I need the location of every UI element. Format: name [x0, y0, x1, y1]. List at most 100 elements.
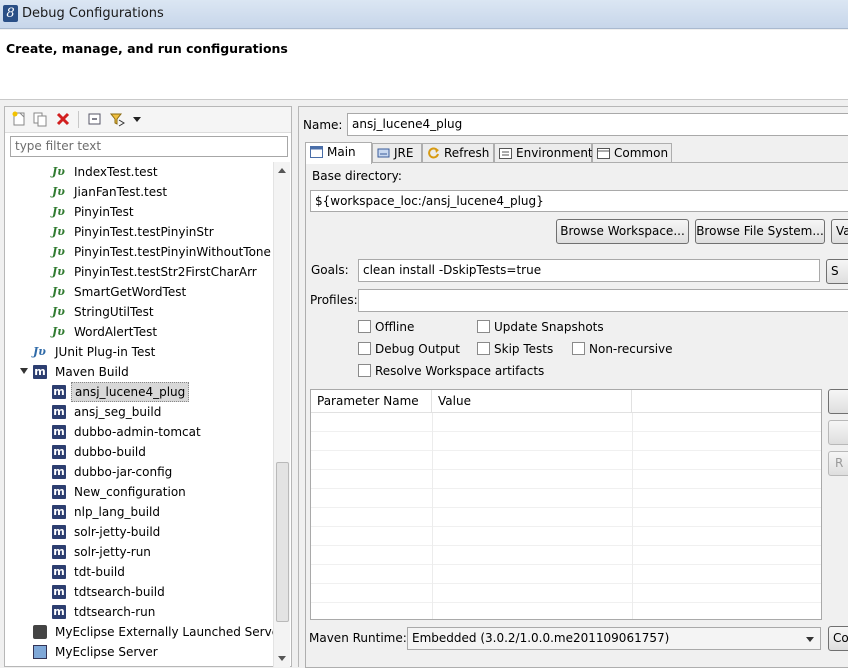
tree-item-label: dubbo-admin-tomcat [74, 425, 201, 439]
tab-environment[interactable]: Environment [494, 143, 593, 163]
name-label: Name: [303, 118, 343, 132]
maven-icon: m [52, 425, 66, 439]
resolve-workspace-checkbox[interactable]: Resolve Workspace artifacts [358, 364, 544, 378]
empty-header [632, 390, 821, 413]
debug-output-checkbox-box[interactable] [358, 342, 371, 355]
junit-icon: Jυ [52, 205, 65, 218]
junit-icon: Jυ [52, 245, 65, 258]
resolve-workspace-checkbox-box[interactable] [358, 364, 371, 377]
dialog-heading: Create, manage, and run configurations [6, 41, 288, 56]
maven-icon: m [52, 545, 66, 559]
jre-icon [377, 148, 390, 158]
tree-item-label: dubbo-build [74, 445, 146, 459]
configure-runtime-label: Co [833, 631, 848, 645]
tree-scrollbar[interactable] [273, 162, 290, 667]
tab-jre[interactable]: JRE [372, 143, 422, 163]
table-row [311, 566, 821, 584]
profiles-label: Profiles: [310, 293, 358, 307]
duplicate-icon[interactable] [32, 111, 48, 127]
delete-icon[interactable] [55, 111, 71, 127]
configure-runtime-button[interactable]: Co [828, 626, 848, 651]
filter-input[interactable]: type filter text [10, 136, 288, 157]
tree-item-label: SmartGetWordTest [74, 285, 187, 299]
tree-item-label: ansj_lucene4_plug [71, 382, 190, 402]
tree-item-label: JianFanTest.test [74, 185, 168, 199]
scroll-up-arrow-icon[interactable] [278, 168, 286, 173]
collapse-all-icon[interactable] [87, 111, 103, 127]
configuration-list-panel: type filter text Jυ IndexTest.test Jυ JianF… [4, 106, 292, 667]
scroll-down-arrow-icon[interactable] [278, 656, 286, 661]
junit-icon: Jυ [52, 185, 65, 198]
server-icon [33, 645, 47, 659]
edit-parameter-button[interactable] [828, 420, 848, 445]
maven-icon: m [52, 585, 66, 599]
update-snapshots-checkbox-box[interactable] [477, 320, 490, 333]
profiles-input[interactable] [358, 289, 848, 312]
add-parameter-button[interactable] [828, 389, 848, 414]
table-row [311, 452, 821, 470]
browse-file-system-button[interactable]: Browse File System... [695, 219, 825, 244]
offline-checkbox[interactable]: Offline [358, 320, 414, 334]
goals-input[interactable]: clean install -DskipTests=true [358, 259, 820, 282]
table-row [311, 471, 821, 489]
debug-output-checkbox[interactable]: Debug Output [358, 342, 460, 356]
table-row [311, 490, 821, 508]
scrollbar-thumb[interactable] [276, 462, 289, 622]
table-row [311, 433, 821, 451]
column-divider [632, 413, 633, 619]
main-tab-icon [310, 146, 323, 158]
tab-jre-label: JRE [394, 146, 414, 160]
tree-item-label: ansj_seg_build [74, 405, 162, 419]
skip-tests-checkbox[interactable]: Skip Tests [477, 342, 553, 356]
configuration-tree: Jυ IndexTest.test Jυ JianFanTest.test Jυ Piny… [5, 162, 273, 668]
maven-icon: m [52, 605, 66, 619]
tree-item-label: WordAlertTest [74, 325, 158, 339]
non-recursive-checkbox[interactable]: Non-recursive [572, 342, 673, 356]
non-recursive-checkbox-box[interactable] [572, 342, 585, 355]
external-server-icon [33, 625, 47, 639]
browse-file-system-label: Browse File System... [696, 224, 824, 238]
myeclipse-app-icon: 8 [3, 5, 18, 22]
maven-icon: m [52, 465, 66, 479]
goals-select-button[interactable]: S [826, 259, 848, 284]
variables-button[interactable]: Va [831, 219, 848, 244]
junit-icon: Jυ [52, 165, 65, 178]
tab-main[interactable]: Main [305, 142, 372, 164]
expand-arrow-icon[interactable] [20, 368, 28, 374]
tree-item-label: solr-jetty-run [74, 545, 151, 559]
name-input[interactable]: ansj_lucene4_plug [347, 113, 848, 136]
maven-runtime-value: Embedded (3.0.2/1.0.0.me201109061757) [412, 631, 670, 645]
remove-parameter-button[interactable]: R [828, 451, 848, 476]
tree-item-label: JUnit Plug-in Test [55, 345, 156, 359]
tree-item-label: nlp_lang_build [74, 505, 160, 519]
toolbar-separator [78, 111, 79, 128]
maven-icon: m [52, 505, 66, 519]
filter-icon[interactable] [109, 111, 125, 127]
editor-tabs: Main JRE Refresh Environment Common [305, 142, 848, 164]
tab-refresh[interactable]: Refresh [422, 143, 494, 163]
table-row [311, 528, 821, 546]
goals-select-label: S [831, 264, 839, 278]
maven-runtime-select[interactable]: Embedded (3.0.2/1.0.0.me201109061757) [407, 627, 821, 650]
title-bar: 8 Debug Configurations [0, 0, 848, 29]
browse-workspace-button[interactable]: Browse Workspace... [556, 219, 689, 244]
browse-workspace-label: Browse Workspace... [560, 224, 685, 238]
update-snapshots-checkbox[interactable]: Update Snapshots [477, 320, 604, 334]
base-directory-input[interactable]: ${workspace_loc:/ansj_lucene4_plug} [310, 190, 848, 212]
tree-item-label: MyEclipse Server [55, 645, 158, 659]
parameter-name-header[interactable]: Parameter Name [311, 390, 432, 413]
dialog-header: Create, manage, and run configurations [0, 30, 848, 100]
skip-tests-checkbox-box[interactable] [477, 342, 490, 355]
new-configuration-icon[interactable] [11, 111, 27, 127]
tree-item-label: New_configuration [74, 485, 186, 499]
dropdown-arrow-icon[interactable] [133, 117, 141, 122]
debug-output-label: Debug Output [375, 342, 460, 356]
offline-checkbox-box[interactable] [358, 320, 371, 333]
parameters-table[interactable]: Parameter Name Value [310, 389, 822, 620]
tab-common[interactable]: Common [592, 143, 672, 163]
maven-icon: m [52, 385, 66, 399]
junit-plugin-icon: Jυ [33, 345, 46, 358]
value-header[interactable]: Value [432, 390, 632, 413]
junit-icon: Jυ [52, 265, 65, 278]
common-icon [597, 148, 610, 159]
